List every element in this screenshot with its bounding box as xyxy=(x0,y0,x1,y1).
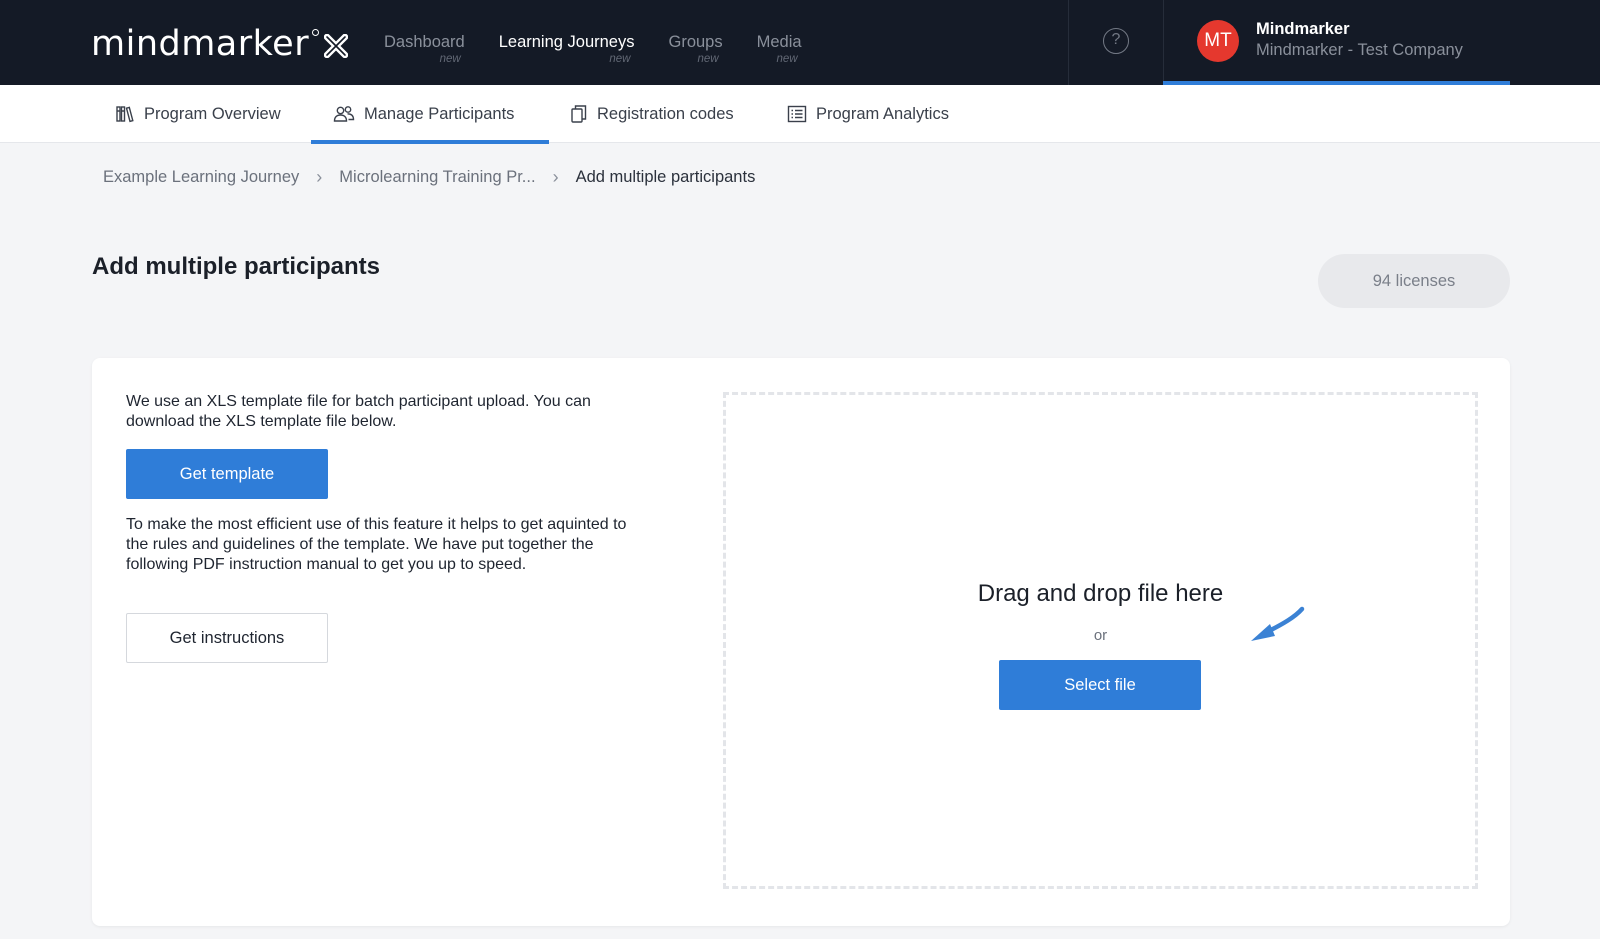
chevron-right-icon: › xyxy=(552,167,559,187)
nav-item-groups[interactable]: Groups new xyxy=(668,30,723,65)
annotation-arrow-icon xyxy=(1251,606,1305,641)
nav-item-learning-journeys[interactable]: Learning Journeys new xyxy=(498,30,635,65)
tab-manage-participants[interactable]: Manage Participants xyxy=(311,85,549,144)
instructions-intro-text: To make the most efficient use of this f… xyxy=(126,516,627,573)
nav-item-label: Media xyxy=(756,33,802,51)
breadcrumb: Example Learning Journey › Microlearning… xyxy=(103,165,755,189)
program-subnav: Program Overview Manage Participants Reg… xyxy=(0,85,1600,144)
library-icon xyxy=(116,106,134,123)
file-dropzone[interactable]: Drag and drop file here or Select file xyxy=(723,392,1478,889)
new-badge: new xyxy=(609,53,631,65)
upload-card: We use an XLS template file for batch pa… xyxy=(92,358,1510,926)
tab-program-overview[interactable]: Program Overview xyxy=(115,85,281,143)
tab-label: Manage Participants xyxy=(364,104,515,123)
page-title: Add multiple participants xyxy=(92,253,381,280)
template-intro-text: We use an XLS template file for batch pa… xyxy=(126,393,591,430)
breadcrumb-item-learning-journey[interactable]: Example Learning Journey xyxy=(103,168,299,187)
tab-label: Program Analytics xyxy=(816,104,949,123)
select-file-button[interactable]: Select file xyxy=(999,660,1201,710)
breadcrumb-item-current: Add multiple participants xyxy=(575,167,756,186)
tab-label: Program Overview xyxy=(144,104,281,123)
help-icon[interactable]: ? xyxy=(1103,28,1129,54)
nav-item-label: Learning Journeys xyxy=(498,33,635,51)
nav-item-media[interactable]: Media new xyxy=(756,30,802,65)
get-template-button[interactable]: Get template xyxy=(126,449,328,499)
get-instructions-button[interactable]: Get instructions xyxy=(126,613,328,663)
account-name: Mindmarker xyxy=(1256,20,1350,38)
chevron-right-icon: › xyxy=(316,167,323,187)
tab-registration-codes[interactable]: Registration codes xyxy=(570,85,734,143)
account-company: Mindmarker - Test Company xyxy=(1256,41,1463,59)
licenses-badge: 94 licenses xyxy=(1318,254,1510,308)
new-badge: new xyxy=(776,53,798,65)
tab-label: Registration codes xyxy=(597,104,734,123)
logo-wordmark: mindmarker xyxy=(91,24,310,64)
registered-mark-icon xyxy=(312,29,320,36)
dropzone-or-text: or xyxy=(1093,627,1108,644)
main-nav: Dashboard new Learning Journeys new Grou… xyxy=(384,30,836,65)
tab-program-analytics[interactable]: Program Analytics xyxy=(787,85,949,143)
nav-item-label: Groups xyxy=(668,33,723,51)
new-badge: new xyxy=(439,53,461,65)
mindmarker-logo[interactable]: mindmarker xyxy=(91,22,349,66)
nav-item-label: Dashboard xyxy=(384,33,465,51)
breadcrumb-item-program[interactable]: Microlearning Training Pr... xyxy=(339,168,535,187)
users-icon xyxy=(333,106,355,122)
dropzone-title: Drag and drop file here xyxy=(977,580,1224,607)
nav-item-dashboard[interactable]: Dashboard new xyxy=(384,30,465,65)
top-header: mindmarker Dashboard new Learning Journe… xyxy=(0,0,1600,85)
copy-icon xyxy=(571,105,587,123)
list-icon xyxy=(787,105,807,123)
account-menu[interactable]: MT Mindmarker Mindmarker - Test Company xyxy=(1163,0,1510,85)
header-divider xyxy=(1068,0,1069,85)
new-badge: new xyxy=(697,53,719,65)
logo-x-icon xyxy=(324,34,349,58)
avatar: MT xyxy=(1197,20,1239,62)
